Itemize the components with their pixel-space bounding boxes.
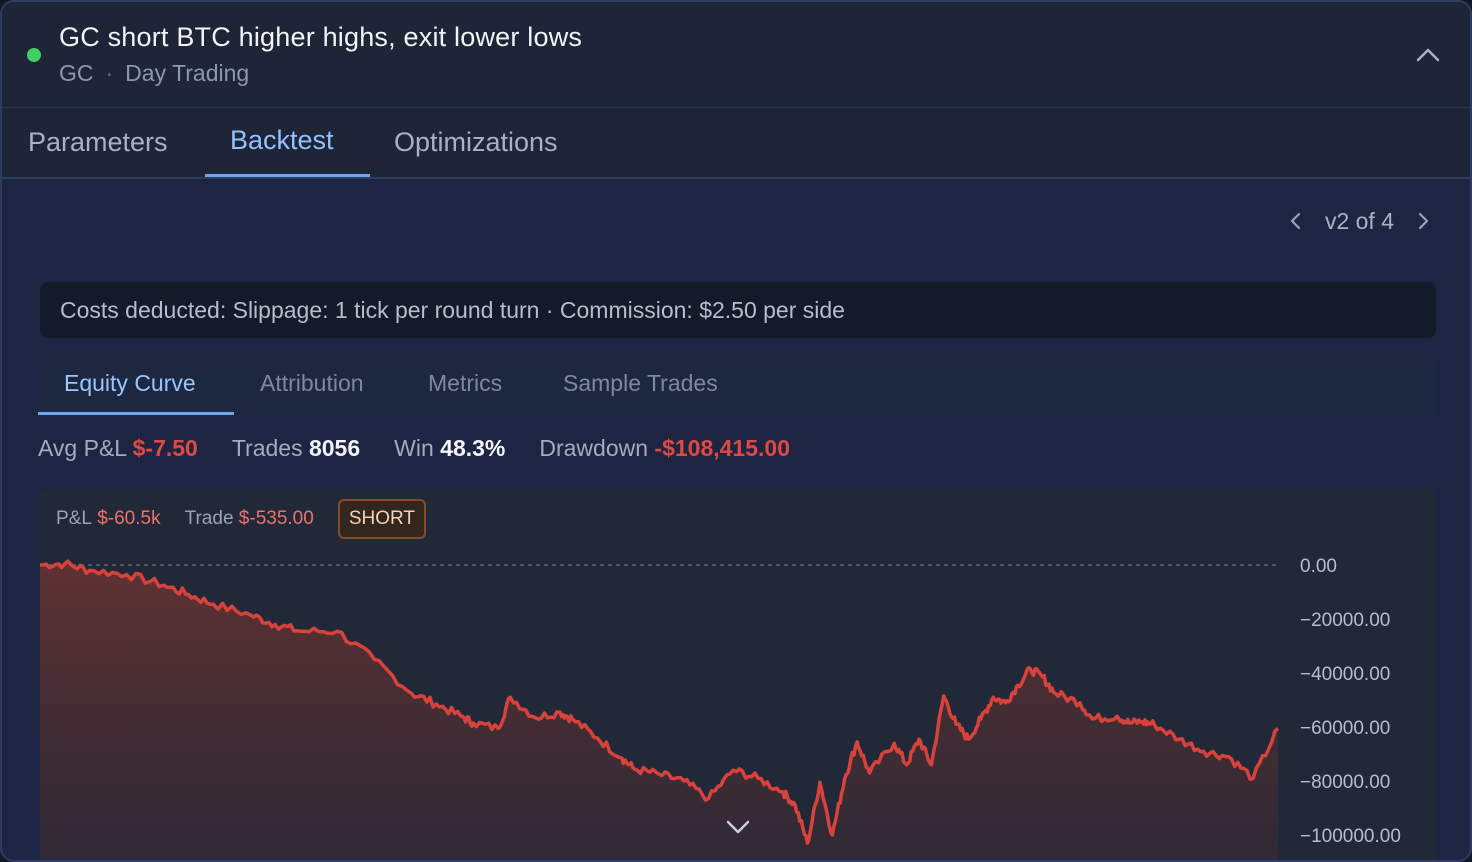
symbol-label: GC (59, 60, 94, 86)
y-tick-label: −20000.00 (1300, 610, 1390, 631)
y-tick-label: −80000.00 (1300, 772, 1390, 793)
trade-legend-label: Trade (184, 508, 234, 529)
strategy-subtitle: GC · Day Trading (59, 60, 249, 87)
backtest-content: v2 of 4 Costs deducted: Slippage: 1 tick… (4, 181, 1470, 862)
tab-backtest[interactable]: Backtest (230, 125, 334, 156)
active-subtab-indicator (38, 412, 234, 415)
subtab-sample-trades[interactable]: Sample Trades (563, 370, 718, 397)
trade-legend-value: $-535.00 (238, 508, 314, 529)
drawdown-value: -$108,415.00 (654, 434, 790, 461)
chevron-left-icon[interactable] (1285, 210, 1307, 232)
equity-chart-panel[interactable]: 0.00 −20000.00 −40000.00 −60000.00 −80000.00… (40, 489, 1436, 862)
win-label: Win (394, 434, 434, 461)
pnl-legend-value: $-60.5k (97, 508, 161, 529)
costs-text: Costs deducted: Slippage: 1 tick per rou… (60, 296, 845, 323)
main-tabs: Parameters Backtest Optimizations (2, 109, 1470, 179)
summary-stats: Avg P&L $-7.50 Trades 8056 Win 48.3% Dra… (38, 432, 824, 464)
chart-legend: P&L $-60.5k Trade $-535.00 SHORT (56, 499, 426, 539)
subtab-equity-curve[interactable]: Equity Curve (64, 370, 196, 397)
version-nav: v2 of 4 (1285, 205, 1434, 237)
avg-pnl-value: $-7.50 (132, 434, 198, 461)
trades-value: 8056 (308, 434, 361, 461)
y-tick-label: −100000.00 (1300, 826, 1401, 847)
win-value: 48.3% (440, 434, 506, 461)
active-tab-indicator (205, 174, 370, 177)
tab-parameters[interactable]: Parameters (28, 127, 168, 158)
tab-optimizations[interactable]: Optimizations (394, 127, 558, 158)
avg-pnl-label: Avg P&L (38, 434, 127, 461)
result-subtabs: Equity Curve Attribution Metrics Sample … (38, 358, 1436, 416)
status-dot (27, 48, 41, 62)
y-tick-label: 0.00 (1300, 556, 1337, 577)
costs-note: Costs deducted: Slippage: 1 tick per rou… (40, 282, 1436, 338)
chevron-right-icon[interactable] (1412, 210, 1434, 232)
subtitle-separator: · (105, 60, 114, 86)
y-tick-label: −40000.00 (1300, 664, 1390, 685)
trades-label: Trades (231, 434, 303, 461)
stat-avg-pnl: Avg P&L $-7.50 (38, 435, 198, 462)
side-badge: SHORT (337, 499, 426, 539)
pnl-legend-label: P&L (56, 508, 92, 529)
stat-drawdown: Drawdown -$108,415.00 (539, 435, 790, 462)
subtab-attribution[interactable]: Attribution (260, 370, 364, 397)
chevron-up-icon[interactable] (1410, 38, 1446, 74)
equity-curve-chart[interactable]: 0.00 −20000.00 −40000.00 −60000.00 −80000.00… (40, 489, 1436, 862)
category-label: Day Trading (125, 60, 250, 86)
strategy-header[interactable]: GC short BTC higher highs, exit lower lo… (2, 2, 1470, 108)
strategy-title: GC short BTC higher highs, exit lower lo… (59, 22, 583, 52)
y-tick-label: −60000.00 (1300, 718, 1390, 739)
subtab-metrics[interactable]: Metrics (428, 370, 502, 397)
version-label: v2 of 4 (1324, 207, 1394, 234)
stat-trades: Trades 8056 (232, 435, 360, 462)
y-axis-ticks: 0.00 −20000.00 −40000.00 −60000.00 −80000.00… (1300, 556, 1401, 847)
strategy-card: GC short BTC higher highs, exit lower lo… (0, 0, 1472, 862)
stat-win: Win 48.3% (394, 435, 505, 462)
drawdown-label: Drawdown (539, 434, 649, 461)
